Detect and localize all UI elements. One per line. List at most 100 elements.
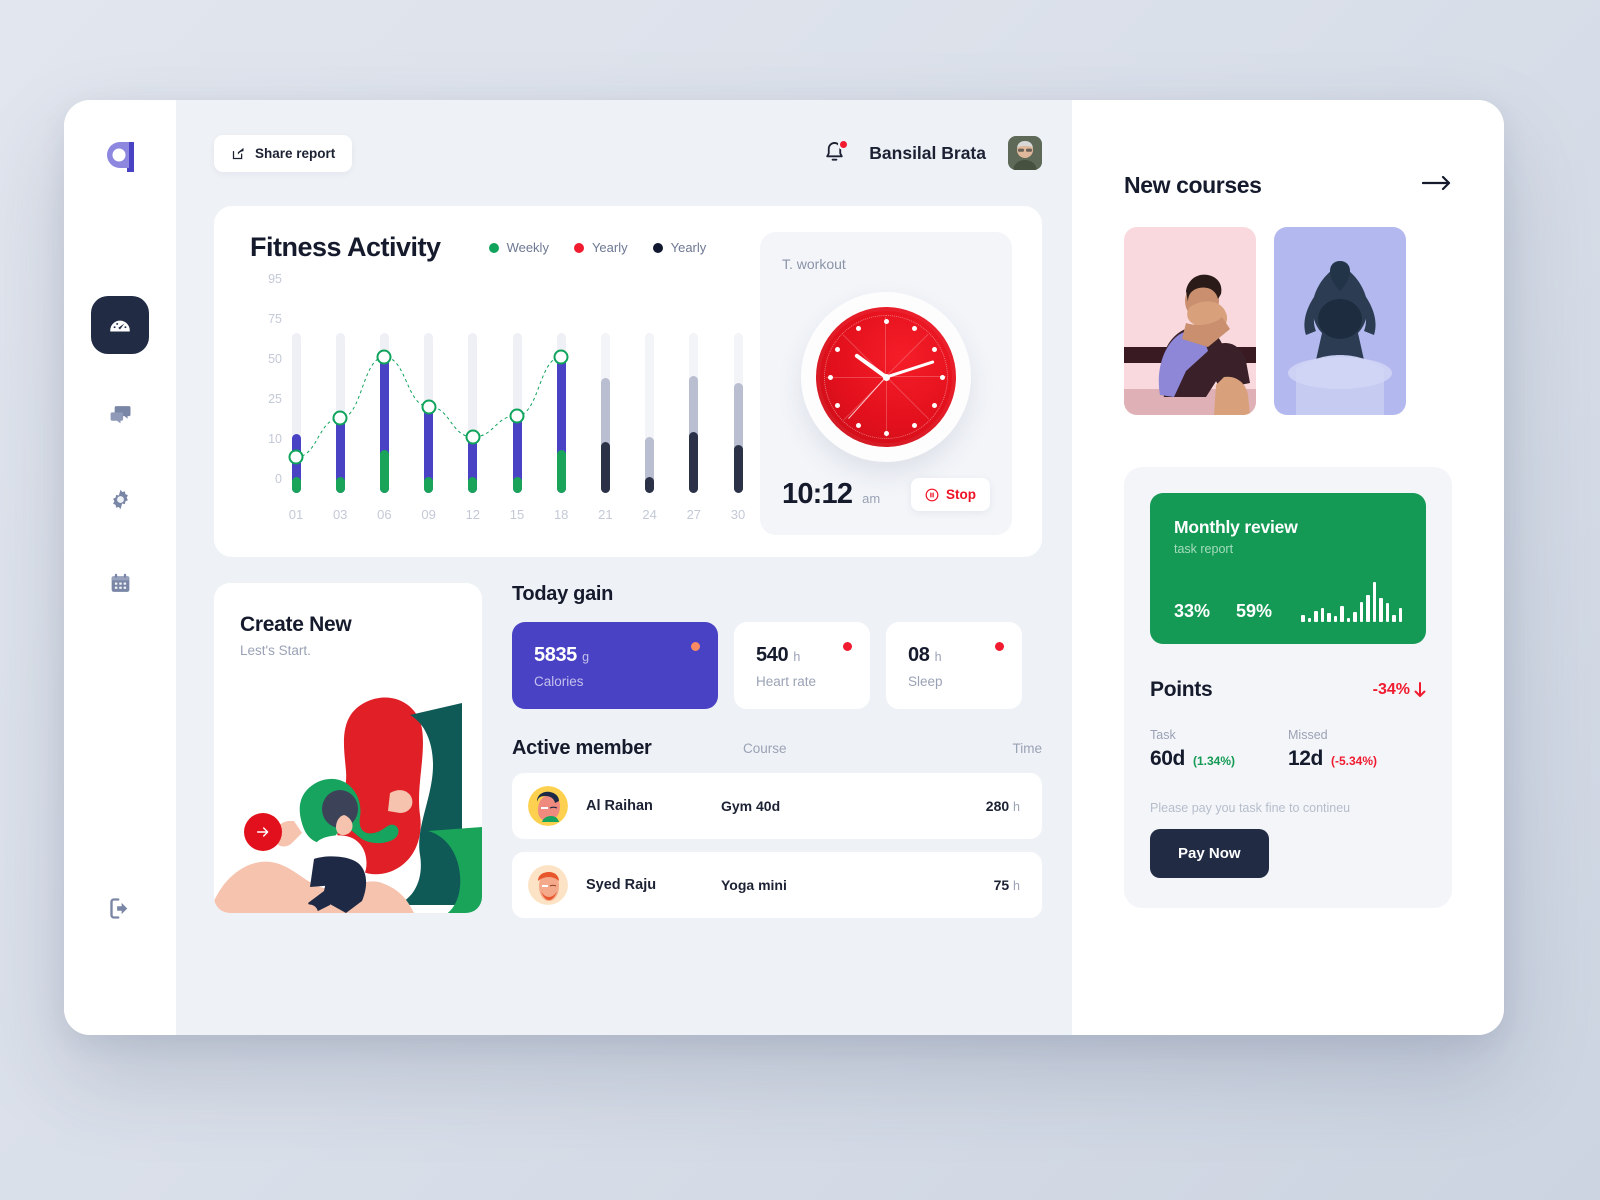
today-gain-title: Today gain — [512, 583, 614, 605]
spark-bar-3 — [1320, 607, 1324, 622]
spark-bar-6 — [1340, 606, 1344, 622]
stop-button[interactable]: Stop — [911, 478, 990, 511]
review-points-box: Monthly review task report 33% 59% Point… — [1124, 467, 1452, 908]
member-name: Al Raihan — [586, 798, 653, 814]
monthly-pct-a: 33% — [1174, 601, 1211, 621]
data-point-03[interactable] — [332, 410, 348, 426]
monthly-review-card: Monthly review task report 33% 59% — [1150, 493, 1426, 644]
share-report-button[interactable]: Share report — [214, 134, 353, 172]
clock-outer — [801, 292, 971, 462]
clock-spoke — [826, 377, 886, 378]
spark-bar-7 — [1346, 617, 1350, 622]
share-icon — [232, 147, 244, 159]
x-tick-03: 03 — [332, 507, 348, 522]
create-new-arrow-button[interactable] — [244, 813, 282, 851]
clock-pip — [855, 326, 861, 331]
monthly-review-footer: 33% 59% — [1174, 582, 1402, 622]
sidebar-item-calendar[interactable] — [91, 554, 149, 612]
spark-bar-14 — [1392, 615, 1396, 622]
table-row[interactable]: Al Raihan Gym 40d 280 h — [512, 773, 1042, 839]
clock-pip — [911, 422, 917, 428]
gain-card-heart-rate[interactable]: 540 h Heart rate — [734, 622, 870, 709]
y-tick-10: 10 — [268, 432, 282, 446]
active-member-header: Active member Course Time — [512, 737, 1042, 760]
gear-icon — [112, 489, 128, 509]
x-tick-18: 18 — [553, 507, 569, 522]
app-window: Share report Bansilal Brata Fitness Acti… — [64, 100, 1504, 1035]
legend-item-1[interactable]: Yearly — [573, 240, 628, 255]
pay-now-button[interactable]: Pay Now — [1150, 829, 1269, 878]
legend-label: Weekly — [506, 240, 549, 255]
clock-second-hand — [848, 376, 887, 420]
clock-minute-hand — [885, 360, 935, 379]
member-name: Syed Raju — [586, 877, 657, 893]
table-row[interactable]: Syed Raju Yoga mini 75 h — [512, 852, 1042, 918]
spark-bar-1 — [1307, 617, 1311, 622]
clock-pip — [883, 318, 889, 324]
gain-label: Calories — [534, 674, 584, 689]
points-task-change: (1.34%) — [1193, 754, 1236, 768]
clock-pip — [855, 422, 861, 428]
column-header-time: Time — [1012, 741, 1043, 756]
notifications-button[interactable] — [823, 139, 850, 166]
x-tick-09: 09 — [421, 507, 436, 522]
user-name: Bansilal Brata — [869, 142, 986, 163]
clock-pip — [911, 326, 917, 331]
active-member-title: Active member — [512, 737, 652, 759]
legend-item-0[interactable]: Weekly — [488, 240, 549, 255]
data-point-15[interactable] — [509, 408, 525, 424]
x-tick-24: 24 — [642, 507, 657, 522]
x-tick-27: 27 — [686, 507, 702, 522]
spark-bar-11 — [1372, 582, 1376, 622]
data-point-01[interactable] — [288, 449, 304, 465]
points-delta-value: -34% — [1372, 681, 1410, 698]
gain-card-calories[interactable]: 5835 g Calories — [512, 622, 718, 709]
clock-spoke — [885, 317, 886, 377]
status-dot — [843, 642, 852, 651]
x-tick-30: 30 — [730, 507, 746, 522]
data-point-06[interactable] — [376, 349, 392, 365]
legend-label: Yearly — [670, 240, 707, 255]
gain-card-sleep[interactable]: 08 h Sleep — [886, 622, 1022, 709]
sidebar-item-dashboard[interactable] — [91, 296, 149, 354]
spark-bar-12 — [1379, 597, 1383, 622]
gain-value: 08 h — [908, 644, 942, 666]
column-header-course: Course — [743, 741, 787, 756]
clock-pip — [931, 346, 937, 352]
spark-bar-15 — [1398, 607, 1402, 622]
legend-dot — [573, 242, 584, 253]
data-point-18[interactable] — [553, 349, 569, 365]
spark-bar-5 — [1333, 616, 1337, 622]
speedometer-icon — [110, 320, 130, 332]
workout-time: 10:12 — [782, 478, 853, 510]
create-new-card[interactable]: Create New Lest's Start. — [214, 583, 482, 913]
course-card-situps[interactable] — [1124, 227, 1256, 415]
sidebar-item-settings[interactable] — [91, 470, 149, 528]
x-tick-15: 15 — [509, 507, 525, 522]
points-missed-label: Missed — [1288, 728, 1328, 742]
logout-button[interactable] — [107, 895, 134, 927]
spark-bar-13 — [1385, 603, 1389, 622]
avatar-syed-raju — [528, 865, 568, 905]
climber-illustration — [214, 697, 482, 913]
workout-label: T. workout — [782, 256, 846, 272]
today-gain-cards: 5835 g Calories 540 h Heart rate 08 h Sleep — [512, 622, 1042, 709]
sidebar-item-messages[interactable] — [91, 386, 149, 444]
clock-spoke — [886, 376, 946, 377]
y-tick-75: 75 — [268, 312, 282, 326]
new-courses-next-button[interactable] — [1421, 174, 1452, 197]
avatar-al-raihan — [528, 786, 568, 826]
legend-item-2[interactable]: Yearly — [652, 240, 707, 255]
points-title: Points — [1150, 678, 1213, 701]
logo-a-icon[interactable] — [99, 136, 141, 178]
clock-center — [882, 373, 890, 381]
x-axis: 01 03 06 09 12 15 18 21 24 27 30 — [289, 507, 745, 535]
clock-pip — [931, 402, 937, 408]
pause-circle-icon — [925, 488, 939, 501]
x-tick-12: 12 — [465, 507, 481, 522]
data-point-09[interactable] — [421, 399, 437, 415]
course-card-yoga[interactable] — [1274, 227, 1406, 415]
avatar[interactable] — [1008, 136, 1042, 170]
data-point-12[interactable] — [465, 429, 481, 445]
member-course: Gym 40d — [721, 798, 781, 814]
